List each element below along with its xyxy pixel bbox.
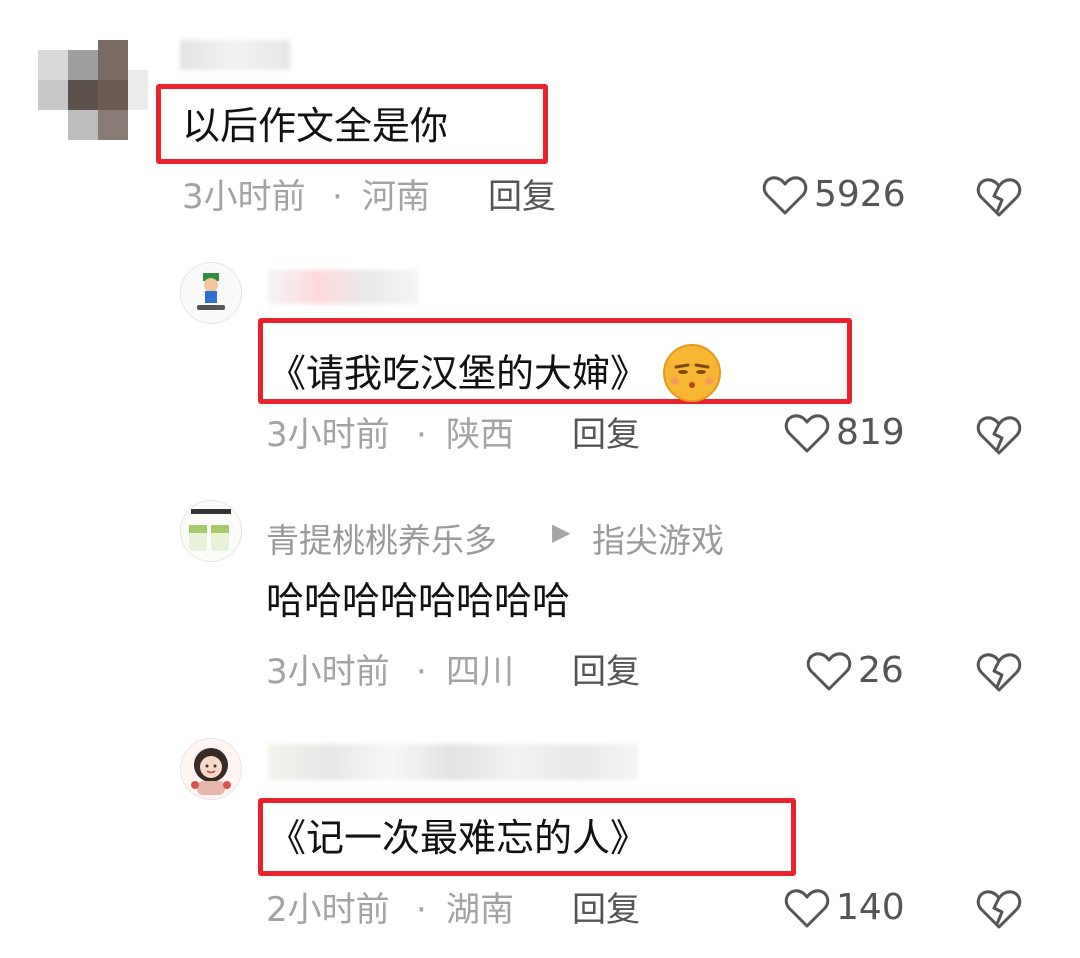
comment-location: 河南 <box>362 177 430 217</box>
reply-button[interactable]: 回复 <box>572 655 640 689</box>
pixelated-avatar-icon <box>28 30 148 150</box>
meta-separator: · <box>416 415 427 455</box>
dislike-button[interactable] <box>976 414 1022 460</box>
user-avatar[interactable] <box>180 262 242 324</box>
comment-text: 以后作文全是你 <box>182 104 449 148</box>
like-button[interactable]: 819 <box>784 412 905 454</box>
meta-separator: · <box>416 890 427 930</box>
user-avatar[interactable] <box>28 30 148 150</box>
like-count: 26 <box>858 650 904 691</box>
comment-location: 陕西 <box>446 415 514 455</box>
like-button[interactable]: 5926 <box>762 174 906 216</box>
dislike-button[interactable] <box>976 176 1022 222</box>
user-avatar[interactable] <box>180 500 242 562</box>
meta-separator: · <box>416 652 427 692</box>
reply-button[interactable]: 回复 <box>572 893 640 927</box>
comment-text-content: 《请我吃汉堡的大婶》 <box>268 351 649 396</box>
broken-heart-icon <box>976 178 1022 217</box>
username-blur <box>180 40 290 70</box>
reply-button[interactable]: 回复 <box>572 418 640 452</box>
like-count: 819 <box>836 412 905 453</box>
user-avatar[interactable] <box>180 738 242 800</box>
heart-icon <box>806 652 852 691</box>
comment-location: 四川 <box>446 652 514 692</box>
reply-button[interactable]: 回复 <box>488 180 556 214</box>
heart-icon <box>762 176 808 215</box>
broken-heart-icon <box>976 653 1022 692</box>
dislike-button[interactable] <box>976 888 1022 934</box>
username-blur <box>268 270 418 304</box>
comment-time: 3小时前 <box>182 177 306 217</box>
broken-heart-icon <box>976 416 1022 455</box>
cartoon-character-avatar-icon <box>197 273 225 310</box>
broken-heart-icon <box>976 890 1022 929</box>
heart-icon <box>784 889 830 928</box>
dislike-button[interactable] <box>976 651 1022 697</box>
girl-illustration-avatar-icon <box>191 748 231 795</box>
comment-text: 《记一次最难忘的人》 <box>268 816 649 860</box>
like-button[interactable]: 26 <box>806 650 904 692</box>
like-count: 5926 <box>814 174 906 215</box>
comment-text: 哈哈哈哈哈哈哈哈 <box>266 579 571 623</box>
meta-separator: · <box>332 177 343 217</box>
suspicious-face-emoji-icon <box>662 343 722 409</box>
comment-text: 《请我吃汉堡的大婶》 <box>268 343 722 409</box>
comment-time: 2小时前 <box>266 890 390 930</box>
like-button[interactable]: 140 <box>784 887 905 929</box>
heart-icon <box>784 414 830 453</box>
reply-arrow-icon: ▶ <box>552 518 571 546</box>
drink-cups-avatar-icon <box>189 509 231 551</box>
comment-location: 湖南 <box>446 890 514 930</box>
reply-target-username[interactable]: 指尖游戏 <box>592 514 724 562</box>
comment-time: 3小时前 <box>266 415 390 455</box>
username-blur <box>268 744 638 780</box>
like-count: 140 <box>836 887 905 928</box>
comment-time: 3小时前 <box>266 652 390 692</box>
username[interactable]: 青提桃桃养乐多 <box>266 514 497 562</box>
